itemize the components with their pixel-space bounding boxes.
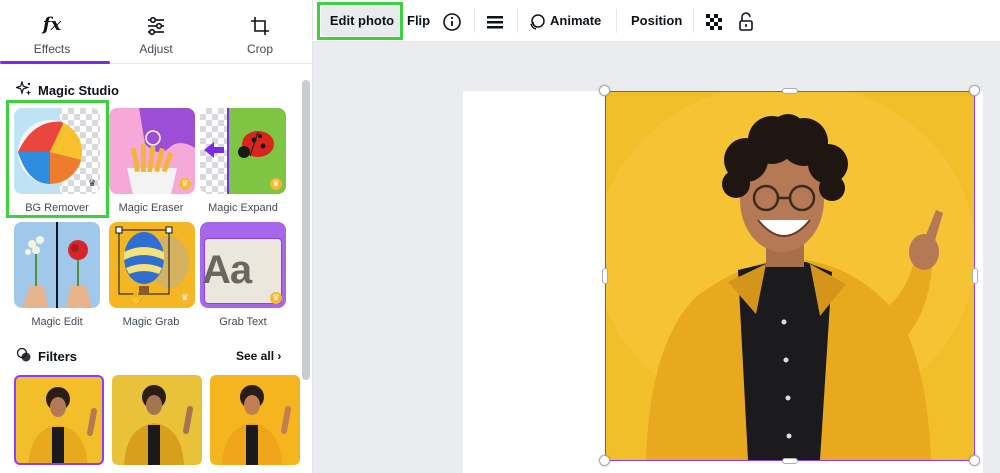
animate-label: Animate	[550, 13, 602, 28]
magic-grab-tile[interactable]: ✋ ♛	[109, 222, 195, 308]
tab-effects[interactable]: fx Effects	[0, 0, 104, 64]
resize-handle-right[interactable]	[972, 268, 978, 284]
resize-handle-bottom-left[interactable]	[599, 455, 610, 466]
tab-adjust[interactable]: Adjust	[104, 0, 208, 64]
position-label: Position	[631, 13, 683, 28]
toolbar-divider	[616, 9, 617, 33]
grab-text-sample: Aa	[202, 248, 252, 292]
filter-thumbnail-2[interactable]	[112, 375, 202, 465]
resize-handle-bottom-right[interactable]	[969, 455, 980, 466]
edit-photo-label: Edit photo	[329, 13, 395, 28]
beach-ball-image: ♛	[14, 108, 96, 194]
toolbar-divider	[474, 9, 475, 33]
see-all-link[interactable]: See all ›	[236, 349, 281, 363]
magic-eraser-label: Magic Eraser	[118, 202, 184, 214]
magic-studio-heading: Magic Studio	[14, 79, 119, 100]
filters-heading: Filters	[16, 347, 77, 366]
animate-icon	[530, 13, 545, 30]
toolbar-divider	[693, 9, 694, 33]
fx-icon: fx	[42, 14, 62, 35]
selected-photo[interactable]	[606, 92, 974, 460]
toolbar-divider	[517, 9, 518, 33]
resize-handle-top-right[interactable]	[969, 85, 980, 96]
sparkles-icon	[14, 79, 32, 100]
tab-crop-label: Crop	[246, 42, 273, 56]
animate-button[interactable]: Animate	[528, 6, 608, 36]
bg-remover-tile[interactable]: ♛	[14, 108, 100, 194]
chevron-right-icon: ›	[277, 349, 282, 363]
grab-text-label: Grab Text	[219, 316, 267, 328]
effects-panel: fx Effects Adjust Crop Magic Studio ♛ BG…	[0, 0, 313, 473]
magic-expand-label: Magic Expand	[208, 202, 278, 214]
filter-thumbnail-3[interactable]	[210, 375, 300, 465]
premium-crown-icon: ♛	[270, 178, 282, 190]
magic-eraser-tile[interactable]: ♛	[109, 108, 195, 194]
sliders-icon	[104, 12, 208, 38]
flip-button[interactable]: Flip	[407, 6, 431, 36]
smiling-man-photo	[606, 92, 974, 460]
bg-remover-label: BG Remover	[25, 202, 89, 214]
filters-title: Filters	[38, 349, 78, 364]
panel-scrollbar[interactable]	[302, 80, 310, 380]
edit-photo-button[interactable]: Edit photo	[321, 6, 403, 36]
flowers-image	[22, 222, 92, 308]
resize-handle-left[interactable]	[602, 268, 608, 284]
grab-text-tile[interactable]: Aa ♛	[200, 222, 286, 308]
border-style-icon	[487, 15, 503, 29]
unlock-icon	[739, 11, 753, 31]
magic-grab-label: Magic Grab	[122, 316, 180, 328]
see-all-label: See all	[236, 349, 275, 363]
svg-text:♛: ♛	[88, 179, 96, 189]
magic-expand-tile[interactable]: ♛	[200, 108, 286, 194]
position-button[interactable]: Position	[631, 6, 685, 36]
filters-icon	[16, 347, 32, 366]
premium-crown-icon: ♛	[270, 292, 282, 304]
info-icon	[443, 12, 461, 31]
lock-button[interactable]	[735, 6, 757, 36]
line-style-button[interactable]	[484, 6, 506, 36]
resize-handle-top-left[interactable]	[599, 85, 610, 96]
transparency-button[interactable]	[703, 6, 725, 36]
transparency-icon	[706, 13, 722, 30]
panel-tabs: fx Effects Adjust Crop	[0, 0, 313, 64]
design-canvas[interactable]	[313, 42, 1000, 473]
premium-crown-icon: ♛	[179, 178, 191, 190]
person-thumbnail	[222, 385, 291, 465]
tab-effects-label: Effects	[33, 42, 71, 56]
svg-text:✋: ✋	[129, 291, 144, 305]
flip-label: Flip	[407, 13, 431, 28]
active-tab-indicator	[0, 61, 110, 64]
person-thumbnail	[124, 385, 193, 465]
magic-studio-title: Magic Studio	[38, 83, 119, 98]
photo-toolbar: Edit photo Flip Animate Position	[313, 0, 1000, 42]
info-button[interactable]	[441, 6, 463, 36]
tab-crop[interactable]: Crop	[208, 0, 312, 64]
premium-crown-icon: ♛	[179, 292, 191, 304]
tab-adjust-label: Adjust	[139, 42, 173, 56]
person-thumbnail	[28, 387, 97, 463]
magic-edit-tile[interactable]	[14, 222, 100, 308]
resize-handle-top[interactable]	[782, 88, 798, 94]
crop-icon	[208, 12, 312, 38]
magic-edit-label: Magic Edit	[31, 316, 83, 328]
resize-handle-bottom[interactable]	[782, 458, 798, 464]
filter-thumbnail-original[interactable]	[14, 375, 104, 465]
